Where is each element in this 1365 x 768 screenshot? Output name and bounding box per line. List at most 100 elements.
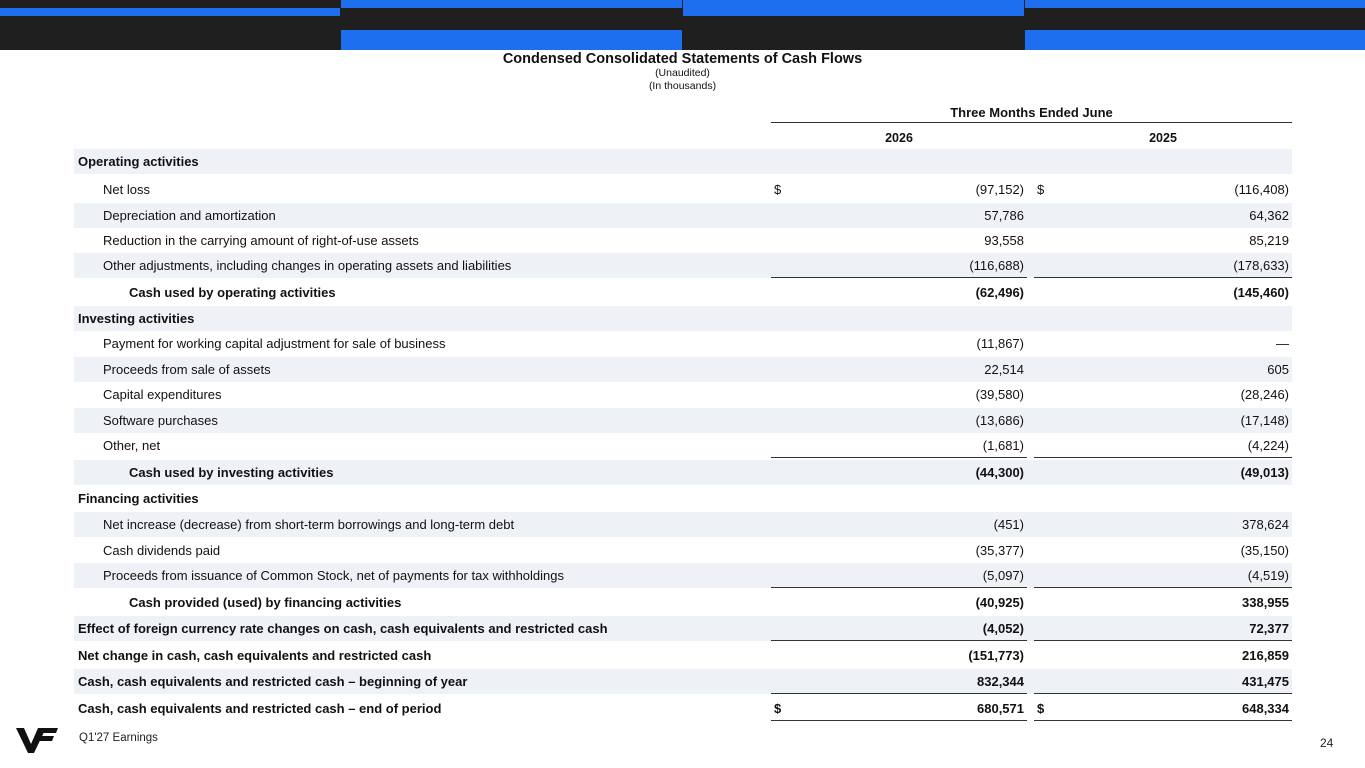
value-cell-2025: 216,859 xyxy=(1034,643,1292,668)
value-cell-2025: 431,475 xyxy=(1034,669,1292,694)
statement-subtitle-units: (In thousands) xyxy=(648,80,717,92)
value-cell-2026: 93,558 xyxy=(771,228,1027,253)
row-label: Proceeds from sale of assets xyxy=(103,362,271,377)
amount-value: (97,152) xyxy=(975,182,1024,197)
amount-value: (11,867) xyxy=(976,336,1024,351)
amount-value: (116,688) xyxy=(969,258,1024,273)
value-cell-2025: 605 xyxy=(1034,357,1292,382)
value-cell-2026: (116,688) xyxy=(771,253,1027,278)
banner-stripe xyxy=(683,8,1024,16)
row-label: Depreciation and amortization xyxy=(103,208,276,223)
value-cell-2026: (39,580) xyxy=(771,382,1027,407)
value-cell-2025: (4,224) xyxy=(1034,433,1292,458)
table-row: Net change in cash, cash equivalents and… xyxy=(74,643,1292,668)
amount-value: (35,150) xyxy=(1240,543,1289,558)
table-row: Cash dividends paid (35,377) (35,150) xyxy=(74,538,1292,563)
amount-value: 431,475 xyxy=(1242,674,1289,689)
value-cell-2026: (13,686) xyxy=(771,408,1027,433)
table-row: Financing activities xyxy=(74,486,1292,511)
vf-logo-icon xyxy=(16,728,58,753)
table-row: Software purchases (13,686) (17,148) xyxy=(74,408,1292,433)
value-cell-2025: 85,219 xyxy=(1034,228,1292,253)
row-label: Other adjustments, including changes in … xyxy=(103,258,512,273)
row-label: Net loss xyxy=(103,182,150,197)
banner-block xyxy=(1025,30,1365,50)
table-row: Net loss $ (97,152) $ (116,408) xyxy=(74,177,1292,202)
table-row: Other adjustments, including changes in … xyxy=(74,253,1292,278)
amount-value: 832,344 xyxy=(977,674,1024,689)
row-label: Cash dividends paid xyxy=(103,543,221,558)
value-cell-2026: 832,344 xyxy=(771,669,1027,694)
value-cell-2026: (40,925) xyxy=(771,590,1027,615)
table-row: Cash used by operating activities (62,496… xyxy=(74,280,1292,305)
row-label: Cash provided (used) by financing activi… xyxy=(129,595,402,610)
row-label: Cash, cash equivalents and restricted ca… xyxy=(78,701,442,716)
currency-symbol: $ xyxy=(774,701,782,716)
value-cell-2026: (5,097) xyxy=(771,563,1027,588)
value-cell-2026: (4,052) xyxy=(771,616,1027,641)
amount-value: (151,773) xyxy=(968,648,1024,663)
statement-subtitle-unaudited: (Unaudited) xyxy=(655,67,710,79)
period-header: Three Months Ended June xyxy=(771,102,1292,123)
amount-value: (49,013) xyxy=(1240,465,1289,480)
value-cell-2025: (145,460) xyxy=(1034,280,1292,305)
table-row: Cash provided (used) by financing activi… xyxy=(74,590,1292,615)
value-cell-2026: $ (97,152) xyxy=(771,177,1027,202)
amount-value: 72,377 xyxy=(1249,621,1289,636)
amount-value: 64,362 xyxy=(1249,208,1289,223)
value-cell-2025: 378,624 xyxy=(1034,512,1292,537)
value-cell-2025: (49,013) xyxy=(1034,460,1292,485)
amount-value: 216,859 xyxy=(1242,648,1289,663)
row-label: Effect of foreign currency rate changes … xyxy=(78,621,608,636)
banner-block xyxy=(341,0,682,8)
amount-value: 93,558 xyxy=(984,233,1024,248)
amount-value: (13,686) xyxy=(975,413,1024,428)
value-cell-2025: (4,519) xyxy=(1034,563,1292,588)
banner-block xyxy=(341,30,682,50)
amount-value: — xyxy=(1276,336,1289,351)
value-cell-2025: — xyxy=(1034,331,1292,356)
amount-value: (35,377) xyxy=(975,543,1024,558)
banner-block xyxy=(1025,0,1365,8)
amount-value: (39,580) xyxy=(975,387,1024,402)
row-label: Proceeds from issuance of Common Stock, … xyxy=(103,568,564,583)
table-row: Proceeds from issuance of Common Stock, … xyxy=(74,563,1292,588)
amount-value: (62,496) xyxy=(975,285,1024,300)
table-row: Operating activities xyxy=(74,149,1292,174)
amount-value: (44,300) xyxy=(975,465,1024,480)
statement-header: Condensed Consolidated Statements of Cas… xyxy=(0,52,1365,93)
value-cell-2026: (151,773) xyxy=(771,643,1027,668)
value-cell-2025: (17,148) xyxy=(1034,408,1292,433)
table-row: Other, net (1,681) (4,224) xyxy=(74,433,1292,458)
value-cell-2025: 64,362 xyxy=(1034,203,1292,228)
amount-value: 605 xyxy=(1267,362,1289,377)
value-cell-2025: (35,150) xyxy=(1034,538,1292,563)
amount-value: (116,408) xyxy=(1234,182,1289,197)
row-label: Cash, cash equivalents and restricted ca… xyxy=(78,674,468,689)
value-cell-2025: $648,334 xyxy=(1034,696,1292,721)
table-row: Investing activities xyxy=(74,306,1292,331)
banner-block xyxy=(683,0,1024,8)
amount-value: 22,514 xyxy=(984,362,1024,377)
amount-value: (4,052) xyxy=(982,621,1024,636)
amount-value: (28,246) xyxy=(1240,387,1289,402)
year-header-2025: 2025 xyxy=(1149,131,1177,145)
row-label: Financing activities xyxy=(78,491,199,506)
value-cell-2026: 57,786 xyxy=(771,203,1027,228)
row-label: Operating activities xyxy=(78,154,199,169)
table-row: Net increase (decrease) from short-term … xyxy=(74,512,1292,537)
value-cell-2026: (44,300) xyxy=(771,460,1027,485)
year-header-2026: 2026 xyxy=(885,131,913,145)
row-label: Payment for working capital adjustment f… xyxy=(103,336,446,351)
value-cell-2026: $680,571 xyxy=(771,696,1027,721)
amount-value: 57,786 xyxy=(984,208,1024,223)
value-cell-2026: 22,514 xyxy=(771,357,1027,382)
amount-value: (178,633) xyxy=(1233,258,1289,273)
value-cell-2025: (28,246) xyxy=(1034,382,1292,407)
table-row: Cash, cash equivalents and restricted ca… xyxy=(74,696,1292,721)
row-label: Net change in cash, cash equivalents and… xyxy=(78,648,432,663)
amount-value: (1,681) xyxy=(982,438,1024,453)
amount-value: (4,224) xyxy=(1247,438,1289,453)
statement-title: Condensed Consolidated Statements of Cas… xyxy=(502,51,863,67)
amount-value: 85,219 xyxy=(1249,233,1289,248)
